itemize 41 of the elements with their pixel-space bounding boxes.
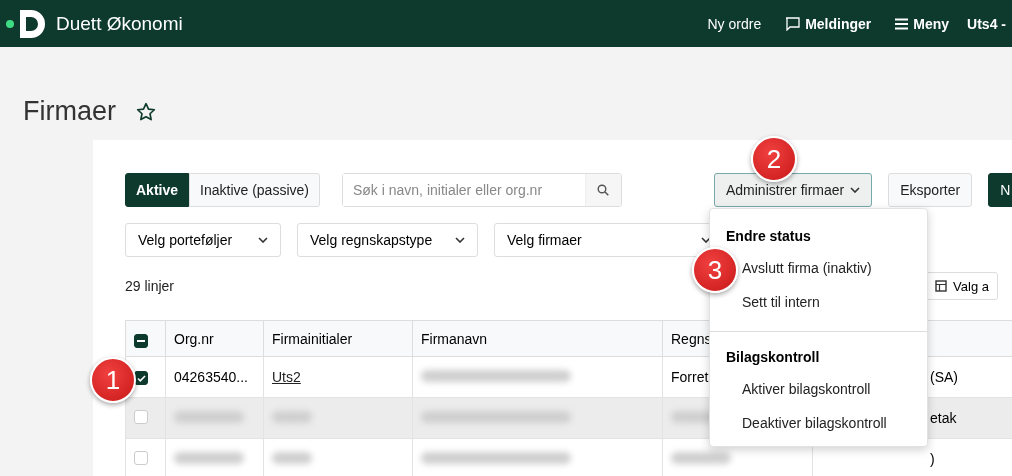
export-button[interactable]: Eksporter [888, 173, 973, 207]
menu-item[interactable]: Deaktiver bilagskontroll [710, 406, 927, 440]
nav-link[interactable]: Meny [895, 15, 950, 32]
search-button[interactable] [584, 174, 621, 206]
user-name[interactable]: Uts4 - [967, 15, 1006, 32]
menu-icon [895, 17, 909, 30]
menu-item[interactable]: Aktiver bilagskontroll [710, 372, 927, 406]
chevron-icon [850, 187, 861, 193]
status-tab[interactable]: Inaktive (passive) [189, 173, 320, 207]
chat-icon [785, 16, 801, 31]
table-cell: Forret [671, 369, 709, 385]
primary-button[interactable]: N [988, 173, 1012, 207]
menu-section-heading: Endre status [725, 227, 812, 246]
company-initials-link[interactable]: Uts2 [272, 369, 301, 385]
dropdown-button[interactable]: Administrer firmaer [713, 173, 873, 207]
row-count: 29 linjer [125, 278, 175, 294]
chevron-icon [258, 237, 268, 243]
favorite-star-icon[interactable] [136, 101, 156, 122]
column-header: Firmanavn [412, 320, 663, 357]
minus-icon [137, 340, 145, 342]
table-cell: ) [930, 451, 935, 467]
table-cell: (SA) [930, 369, 958, 385]
chevron-icon [701, 237, 711, 243]
nav-link[interactable]: Ny ordre [707, 15, 762, 32]
column-header: Firmainitialer [263, 320, 413, 357]
search-icon [597, 184, 610, 196]
table-cell: etak [930, 410, 957, 426]
page-title: Firmaer [23, 96, 116, 127]
brand-name: Duett Økonomi [56, 12, 183, 35]
nav-link[interactable]: Meldinger [785, 15, 872, 32]
table-icon [935, 280, 948, 292]
status-tab[interactable]: Aktive [125, 173, 190, 207]
column-header: Org.nr [165, 320, 264, 357]
row-checkbox[interactable] [134, 371, 148, 386]
filter-dropdown[interactable]: Velg porteføljer [125, 223, 281, 257]
filter-dropdown[interactable]: Velg regnskapstype [297, 223, 478, 257]
search-field[interactable]: Søk i navn, initialer eller org.nr [341, 173, 622, 207]
select-all-checkbox[interactable] [134, 334, 148, 348]
chevron-icon [455, 237, 465, 243]
table-cell: 04263540... [174, 369, 248, 385]
view-options-button[interactable]: Valg a [926, 272, 998, 300]
